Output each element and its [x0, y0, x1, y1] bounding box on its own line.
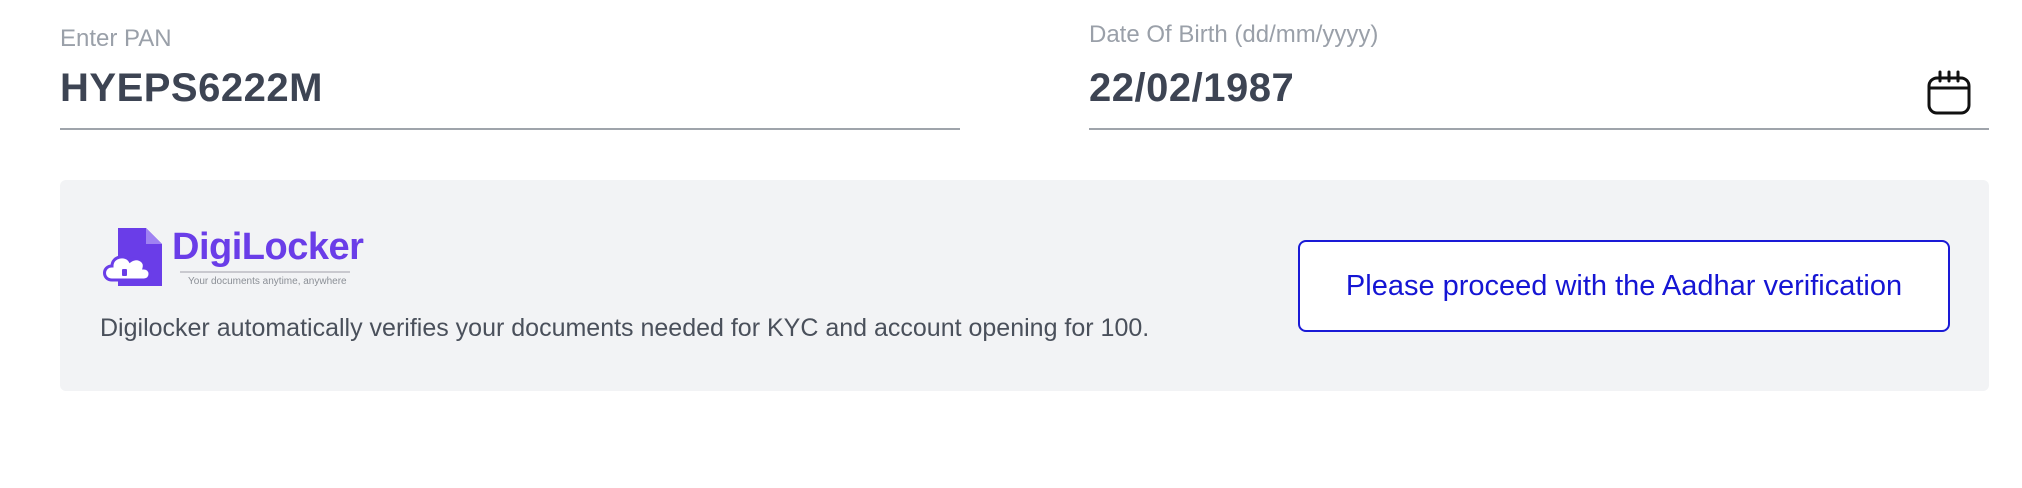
calendar-icon[interactable]	[1926, 70, 1972, 116]
digilocker-description: Digilocker automatically verifies your d…	[100, 314, 1150, 342]
dob-input[interactable]: 22/02/1987	[1089, 66, 1294, 111]
pan-label: Enter PAN	[60, 25, 172, 52]
digilocker-rule	[180, 271, 350, 273]
digilocker-logo: DigiLocker Your documents anytime, anywh…	[100, 224, 364, 294]
aadhar-verification-button[interactable]: Please proceed with the Aadhar verificat…	[1298, 240, 1950, 332]
dob-label: Date Of Birth (dd/mm/yyyy)	[1089, 21, 1379, 48]
pan-input[interactable]: HYEPS6222M	[60, 66, 323, 111]
pan-underline	[60, 128, 960, 130]
digilocker-wordmark: DigiLocker	[172, 226, 364, 268]
digilocker-cloud-icon	[100, 224, 172, 290]
dob-underline	[1089, 128, 1989, 130]
digilocker-panel: DigiLocker Your documents anytime, anywh…	[60, 180, 1989, 391]
digilocker-tagline: Your documents anytime, anywhere	[188, 276, 347, 287]
